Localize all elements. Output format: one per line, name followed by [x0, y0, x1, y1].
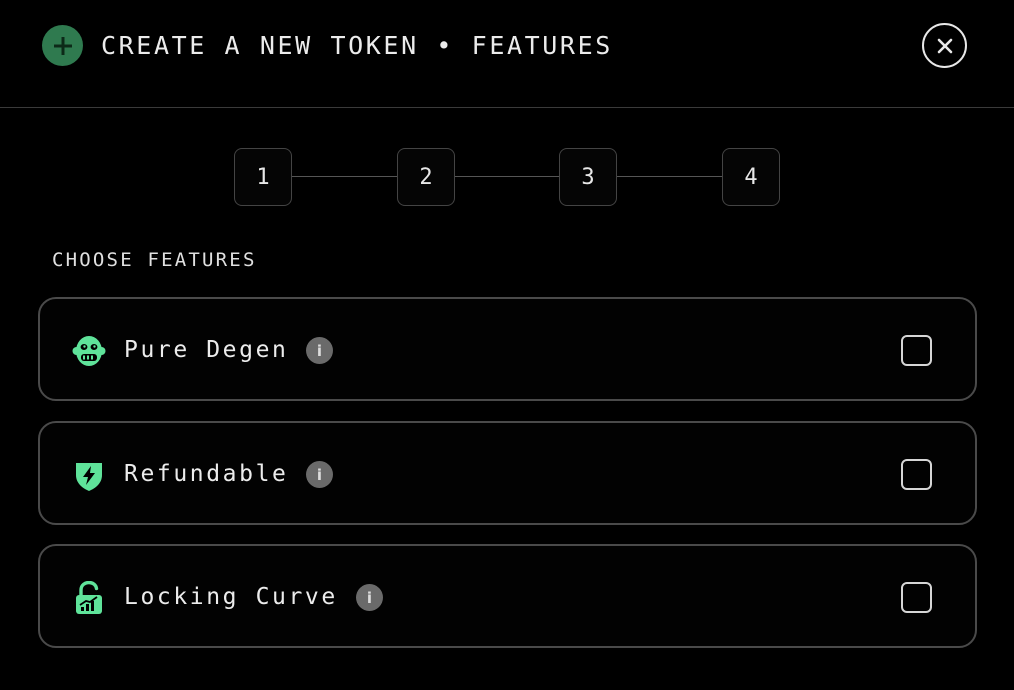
info-icon[interactable]: i	[356, 584, 383, 611]
info-icon[interactable]: i	[306, 461, 333, 488]
step-1[interactable]: 1	[234, 148, 292, 206]
info-icon[interactable]: i	[306, 337, 333, 364]
unlocked-padlock-chart-icon	[76, 581, 102, 614]
feature-option-refundable[interactable]: Refundable i	[38, 421, 977, 525]
page-title: CREATE A NEW TOKEN • FEATURES	[101, 31, 613, 60]
feature-checkbox-locking-curve[interactable]	[901, 582, 932, 613]
step-2[interactable]: 2	[397, 148, 455, 206]
plus-icon	[42, 25, 83, 66]
close-icon	[937, 38, 952, 53]
monkey-icon	[72, 336, 106, 366]
feature-label: Refundable	[124, 461, 289, 487]
step-3[interactable]: 3	[559, 148, 617, 206]
step-connector	[292, 176, 398, 177]
feature-checkbox-pure-degen[interactable]	[901, 335, 932, 366]
step-connector	[617, 176, 723, 177]
feature-label: Pure Degen	[124, 337, 289, 363]
feature-option-locking-curve[interactable]: Locking Curve i	[38, 544, 977, 648]
close-button[interactable]	[922, 23, 967, 68]
step-indicator: 1 2 3 4	[0, 148, 1014, 206]
modal-header: CREATE A NEW TOKEN • FEATURES	[0, 0, 1014, 108]
feature-checkbox-refundable[interactable]	[901, 459, 932, 490]
feature-label: Locking Curve	[124, 584, 338, 610]
step-4[interactable]: 4	[722, 148, 780, 206]
feature-option-pure-degen[interactable]: Pure Degen i	[38, 297, 977, 401]
shield-bolt-icon	[76, 463, 102, 491]
section-heading: CHOOSE FEATURES	[52, 249, 257, 271]
step-connector	[454, 176, 560, 177]
